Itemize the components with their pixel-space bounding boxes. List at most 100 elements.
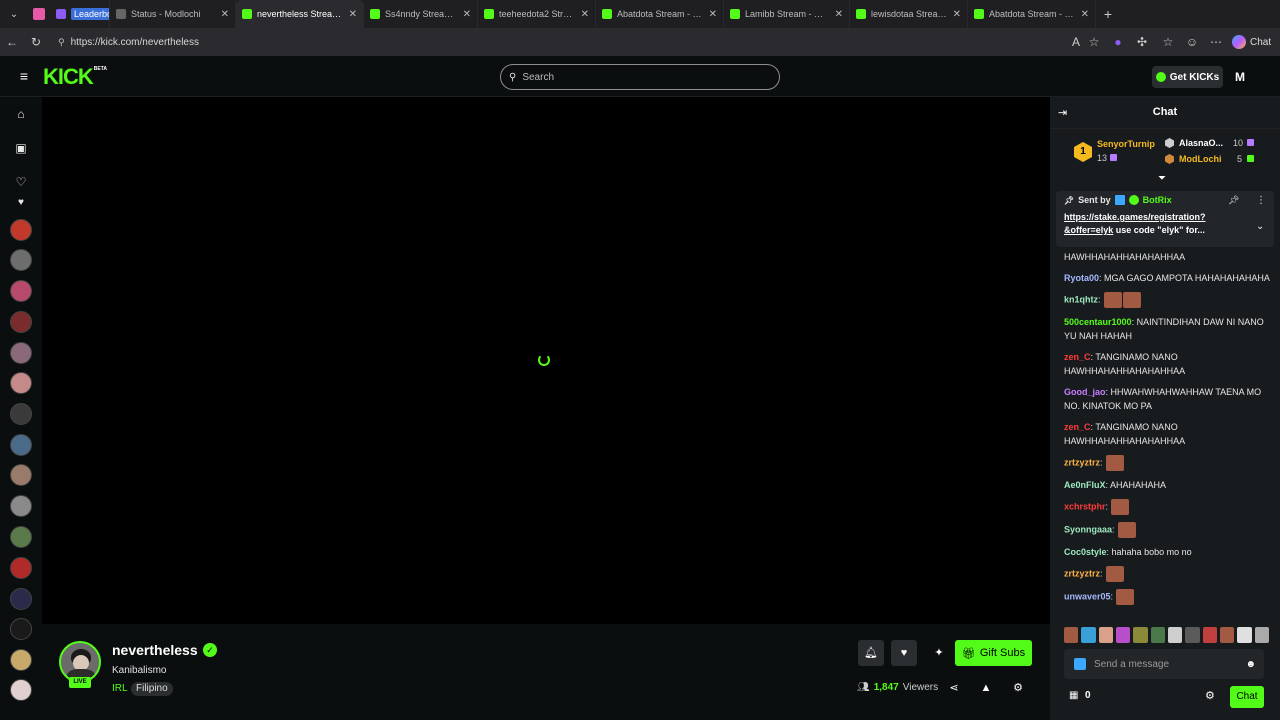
- get-kicks-button[interactable]: Get KICKs: [1152, 66, 1223, 88]
- chat-username[interactable]: Good_jao: [1064, 387, 1106, 397]
- extension-icon[interactable]: ●: [1110, 34, 1126, 50]
- notification-bell-button[interactable]: 🔔︎: [858, 640, 884, 666]
- chat-emote-icon[interactable]: [1116, 589, 1135, 605]
- kick-emote-icon[interactable]: [1074, 658, 1086, 670]
- followed-channel-avatar[interactable]: [10, 249, 32, 271]
- followed-channel-avatar[interactable]: [10, 588, 32, 610]
- browser-tab[interactable]: Leaderboards: [50, 0, 110, 28]
- leader-third-name[interactable]: ModLochi: [1179, 154, 1222, 164]
- followed-channel-avatar[interactable]: [10, 557, 32, 579]
- chat-emote-icon[interactable]: [1105, 455, 1124, 471]
- report-warning-icon[interactable]: ▲: [979, 681, 993, 695]
- stream-category-link[interactable]: IRL: [112, 683, 128, 694]
- chat-username[interactable]: Coc0style: [1064, 547, 1107, 557]
- refresh-icon[interactable]: ↻: [28, 34, 44, 50]
- emote-bar-emote-icon[interactable]: [1133, 627, 1148, 643]
- emoji-icon[interactable]: ☻: [1245, 659, 1256, 670]
- chat-settings-icon[interactable]: ⚙: [1205, 689, 1215, 702]
- browser-tab[interactable]: Status - Modlochi ✕: [110, 0, 236, 28]
- chat-emote-icon[interactable]: [1122, 292, 1141, 308]
- chat-username[interactable]: zrtzyztrz: [1064, 457, 1100, 467]
- pinned-author[interactable]: BotRix: [1143, 195, 1172, 205]
- emote-bar-emote-icon[interactable]: [1219, 627, 1235, 643]
- close-tab-icon[interactable]: ✕: [1081, 9, 1089, 20]
- close-tab-icon[interactable]: ✕: [221, 9, 229, 20]
- kick-points-icon[interactable]: ▦: [1069, 690, 1078, 701]
- followed-channel-avatar[interactable]: [10, 526, 32, 548]
- chat-username[interactable]: kn1qhtz: [1064, 294, 1098, 304]
- followed-channel-avatar[interactable]: [10, 280, 32, 302]
- user-menu-button[interactable]: M: [1230, 66, 1250, 88]
- more-options-icon[interactable]: ⚙: [1011, 681, 1025, 695]
- browser-tab[interactable]: lewisdotaa Stream - ✕: [850, 0, 968, 28]
- favorites-icon[interactable]: ☆: [1160, 34, 1176, 50]
- extensions-puzzle-icon[interactable]: ✣: [1134, 34, 1150, 50]
- browser-tab[interactable]: Lamibb Stream - Watch l ✕: [724, 0, 850, 28]
- home-icon[interactable]: ⌂: [13, 106, 29, 122]
- emote-bar-emote-icon[interactable]: [1115, 627, 1131, 643]
- emote-bar-emote-icon[interactable]: [1254, 627, 1269, 643]
- stream-tag[interactable]: Filipino: [131, 682, 173, 696]
- close-tab-icon[interactable]: ✕: [463, 9, 471, 20]
- pinned-link-cont[interactable]: &offer=elyk: [1064, 225, 1113, 235]
- followed-channel-avatar[interactable]: [10, 342, 32, 364]
- more-menu-icon[interactable]: ⋯: [1208, 34, 1224, 50]
- browser-tab[interactable]: Ss4nndy Stream - W ✕: [364, 0, 478, 28]
- followed-channel-avatar[interactable]: [10, 618, 32, 640]
- close-tab-icon[interactable]: ✕: [349, 9, 357, 20]
- chat-username[interactable]: Syonngaaa: [1064, 524, 1112, 534]
- pinned-link[interactable]: https://stake.games/registration?: [1064, 212, 1206, 222]
- chat-username[interactable]: zen_C: [1064, 352, 1091, 362]
- new-tab-button[interactable]: +: [1096, 6, 1120, 22]
- close-tab-icon[interactable]: ✕: [835, 9, 843, 20]
- emote-bar-emote-icon[interactable]: [1167, 627, 1183, 643]
- close-tab-icon[interactable]: ✕: [953, 9, 961, 20]
- followed-channel-avatar[interactable]: [10, 403, 32, 425]
- kick-logo[interactable]: KICKBETA: [43, 64, 107, 90]
- unpin-icon[interactable]: 📌︎: [1228, 195, 1239, 206]
- favorite-star-icon[interactable]: ☆: [1086, 34, 1102, 50]
- channel-name[interactable]: nevertheless: [112, 642, 198, 658]
- close-tab-icon[interactable]: ✕: [581, 9, 589, 20]
- site-info-icon[interactable]: ⚲: [58, 37, 65, 48]
- chat-username[interactable]: zen_C: [1064, 422, 1091, 432]
- sparkle-button[interactable]: ✦: [928, 640, 950, 666]
- chat-username[interactable]: zrtzyztrz: [1064, 568, 1100, 578]
- chat-username[interactable]: unwaver05: [1064, 591, 1111, 601]
- emote-bar-emote-icon[interactable]: [1064, 627, 1079, 643]
- send-chat-button[interactable]: Chat: [1230, 686, 1264, 708]
- followed-channel-avatar[interactable]: [10, 495, 32, 517]
- chat-emote-icon[interactable]: [1111, 499, 1130, 515]
- close-tab-icon[interactable]: ✕: [709, 9, 717, 20]
- expand-leaderboard-icon[interactable]: ⏷: [1158, 173, 1166, 184]
- browser-profile-icon[interactable]: ☺: [1184, 34, 1200, 50]
- copilot-chat-button[interactable]: Chat: [1232, 34, 1271, 50]
- search-input[interactable]: ⚲ Search: [500, 64, 780, 90]
- emote-bar-emote-icon[interactable]: [1098, 627, 1113, 643]
- followed-channel-avatar[interactable]: [10, 372, 32, 394]
- followed-channel-avatar[interactable]: [10, 311, 32, 333]
- chat-username[interactable]: xchrstphr: [1064, 501, 1106, 511]
- gift-subs-button[interactable]: 🎁︎ Gift Subs: [955, 640, 1032, 666]
- chat-username[interactable]: 500centaur1000: [1064, 317, 1132, 327]
- emote-bar-emote-icon[interactable]: [1150, 627, 1165, 643]
- followed-channel-avatar[interactable]: [10, 649, 32, 671]
- tab-list-chevron-icon[interactable]: ⌄: [0, 9, 28, 20]
- url-field[interactable]: ⚲ https://kick.com/nevertheless: [52, 32, 1108, 52]
- emote-bar-emote-icon[interactable]: [1202, 627, 1217, 643]
- chat-emote-icon[interactable]: [1117, 522, 1136, 538]
- browser-tab[interactable]: Abatdota Stream - Watch ✕: [596, 0, 724, 28]
- chat-emote-icon[interactable]: [1105, 566, 1124, 582]
- browser-tab[interactable]: teeheedota2 Stream ✕: [478, 0, 596, 28]
- expand-pinned-chevron-icon[interactable]: ⌄: [1256, 221, 1264, 232]
- followed-channel-avatar[interactable]: [10, 679, 32, 701]
- profile-icon[interactable]: [28, 0, 50, 28]
- chat-username[interactable]: Ae0nFluX: [1064, 480, 1106, 490]
- followed-channel-avatar[interactable]: [10, 219, 32, 241]
- share-icon[interactable]: ⋖: [947, 681, 961, 695]
- chat-emote-icon[interactable]: [1103, 292, 1122, 308]
- followed-channel-avatar[interactable]: [10, 434, 32, 456]
- emote-bar-emote-icon[interactable]: [1237, 627, 1252, 643]
- follow-heart-button[interactable]: ♥: [891, 640, 917, 666]
- emote-bar-emote-icon[interactable]: [1081, 627, 1096, 643]
